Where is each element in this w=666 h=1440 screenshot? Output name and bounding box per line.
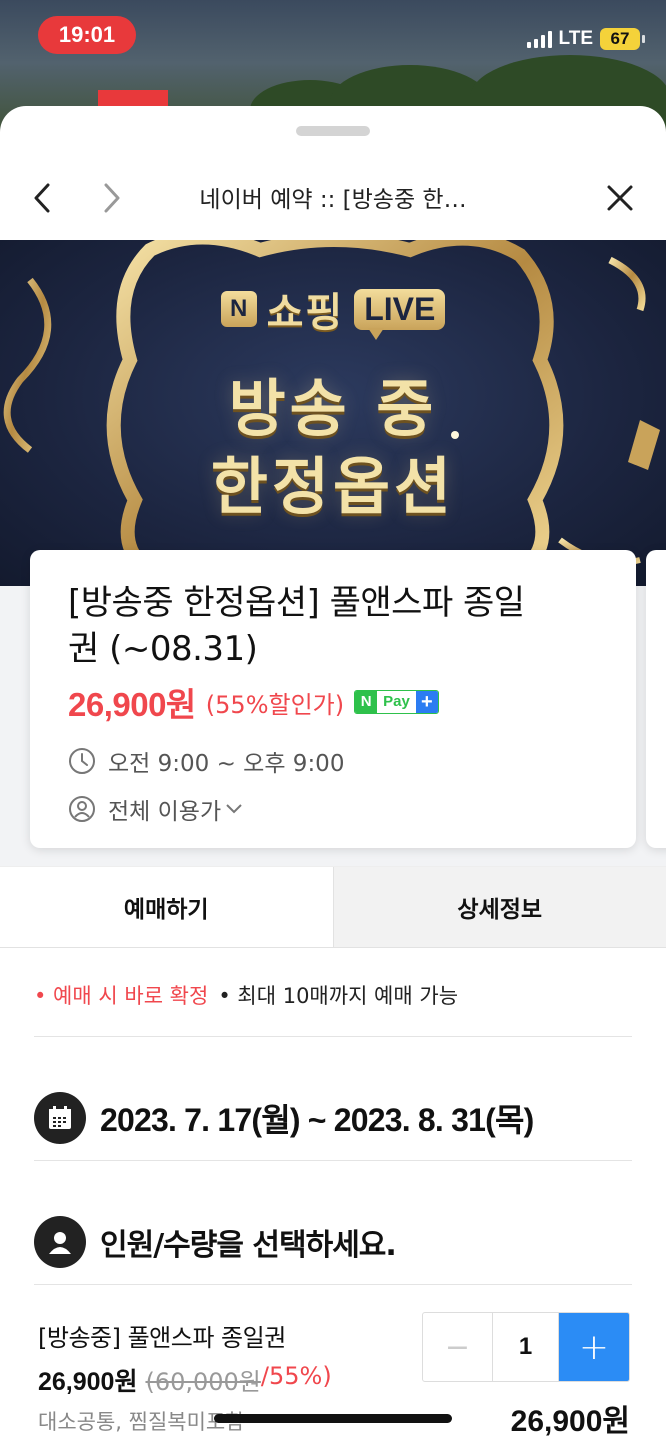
home-indicator[interactable]: [214, 1414, 452, 1423]
divider: [34, 1160, 632, 1161]
npay-pay: Pay: [383, 693, 410, 710]
discount-label: (55%할인가): [205, 690, 345, 719]
divider: [34, 1284, 632, 1285]
ticket-description: 대소공통, 찜질복미포함: [38, 1410, 245, 1434]
product-title-line-1: [방송중 한정옵션] 풀앤스파 종일: [68, 583, 525, 623]
banner-line-1: 방송 중: [228, 372, 438, 445]
tab-booking[interactable]: 예매하기: [0, 867, 333, 947]
shopping-live-logo: N 쇼핑 LIVE: [0, 280, 666, 340]
quantity-section: 인원/수량을 선택하세요.: [34, 1216, 397, 1268]
signal-icon: [526, 30, 552, 48]
product-title: [방송중 한정옵션] 풀앤스파 종일 권 (~08.31): [68, 580, 598, 672]
price-row: 26,900원 (55%할인가) N Pay +: [68, 678, 598, 726]
date-range: 2023. 7. 17(월) ~ 2023. 8. 31(목): [100, 1102, 534, 1138]
decrease-button[interactable]: −: [423, 1313, 492, 1381]
battery-icon: 67: [600, 28, 645, 50]
ticket-name: [방송중] 풀앤스파 종일권: [38, 1324, 286, 1352]
naver-n-icon: N: [220, 291, 257, 327]
status-indicators: LTE 67: [526, 28, 645, 50]
page-title: 네이버 예약 :: [방송중 한…: [199, 187, 467, 213]
next-card-peek[interactable]: [646, 550, 666, 848]
audience-text: 전체 이용가: [108, 799, 222, 825]
user-circle-icon: [69, 796, 95, 822]
notice-instant-confirm: • 예매 시 바로 확정: [34, 984, 209, 1008]
ticket-price: 26,900원: [38, 1368, 138, 1396]
status-time: 19:01: [38, 16, 136, 54]
clock-icon: [69, 748, 95, 774]
npay-plus: +: [415, 691, 438, 713]
divider: [34, 1036, 632, 1037]
chevron-left-icon: [34, 183, 50, 213]
notice-max-tickets: • 최대 10매까지 예매 가능: [218, 984, 459, 1008]
promo-banner: N 쇼핑 LIVE 방송 중 한정옵션: [0, 240, 666, 586]
ticket-price-row: 26,900원 (60,000원 /55%): [38, 1362, 332, 1398]
audience-row[interactable]: 전체 이용가: [68, 792, 598, 826]
ticket-discount: /55%): [260, 1362, 332, 1390]
chevron-right-icon: [104, 183, 120, 213]
chevron-down-icon: [226, 804, 242, 814]
live-badge: LIVE: [354, 288, 446, 340]
product-title-line-2: 권 (~08.31): [68, 629, 258, 669]
product-card: [방송중 한정옵션] 풀앤스파 종일 권 (~08.31) 26,900원 (5…: [30, 550, 636, 848]
back-button[interactable]: [20, 176, 64, 220]
increase-button[interactable]: +: [559, 1313, 629, 1381]
ticket-total: 26,900원: [510, 1405, 630, 1438]
forward-button[interactable]: [90, 176, 134, 220]
npay-n: N: [355, 691, 378, 713]
brand-text: 쇼핑: [266, 290, 345, 336]
tab-bar: 예매하기 상세정보: [0, 866, 666, 948]
sheet-grabber[interactable]: [296, 126, 370, 136]
browser-navbar: 네이버 예약 :: [방송중 한…: [0, 156, 666, 240]
hours-text: 오전 9:00 ~ 오후 9:00: [108, 751, 345, 777]
npay-plus-badge: N Pay +: [354, 690, 439, 714]
ticket-original-price: (60,000원: [145, 1368, 261, 1396]
date-section: 2023. 7. 17(월) ~ 2023. 8. 31(목): [34, 1092, 534, 1144]
quantity-section-title: 인원/수량을 선택하세요.: [100, 1228, 397, 1263]
person-icon: [34, 1216, 86, 1268]
hours-row: 오전 9:00 ~ 오후 9:00: [68, 744, 598, 778]
bottom-sheet: 네이버 예약 :: [방송중 한… N 쇼핑 LIVE 방송 중 한정옵션 [방…: [0, 106, 666, 1440]
booking-notice: • 예매 시 바로 확정 • 최대 10매까지 예매 가능: [34, 980, 458, 1010]
quantity-stepper: − 1 +: [422, 1312, 630, 1382]
quantity-value[interactable]: 1: [492, 1313, 559, 1381]
close-button[interactable]: [598, 176, 642, 220]
close-icon: [607, 185, 633, 211]
network-label: LTE: [558, 28, 593, 49]
product-price: 26,900원: [68, 686, 196, 723]
banner-line-2: 한정옵션: [210, 450, 456, 523]
tab-details[interactable]: 상세정보: [332, 867, 666, 947]
calendar-icon: [34, 1092, 86, 1144]
